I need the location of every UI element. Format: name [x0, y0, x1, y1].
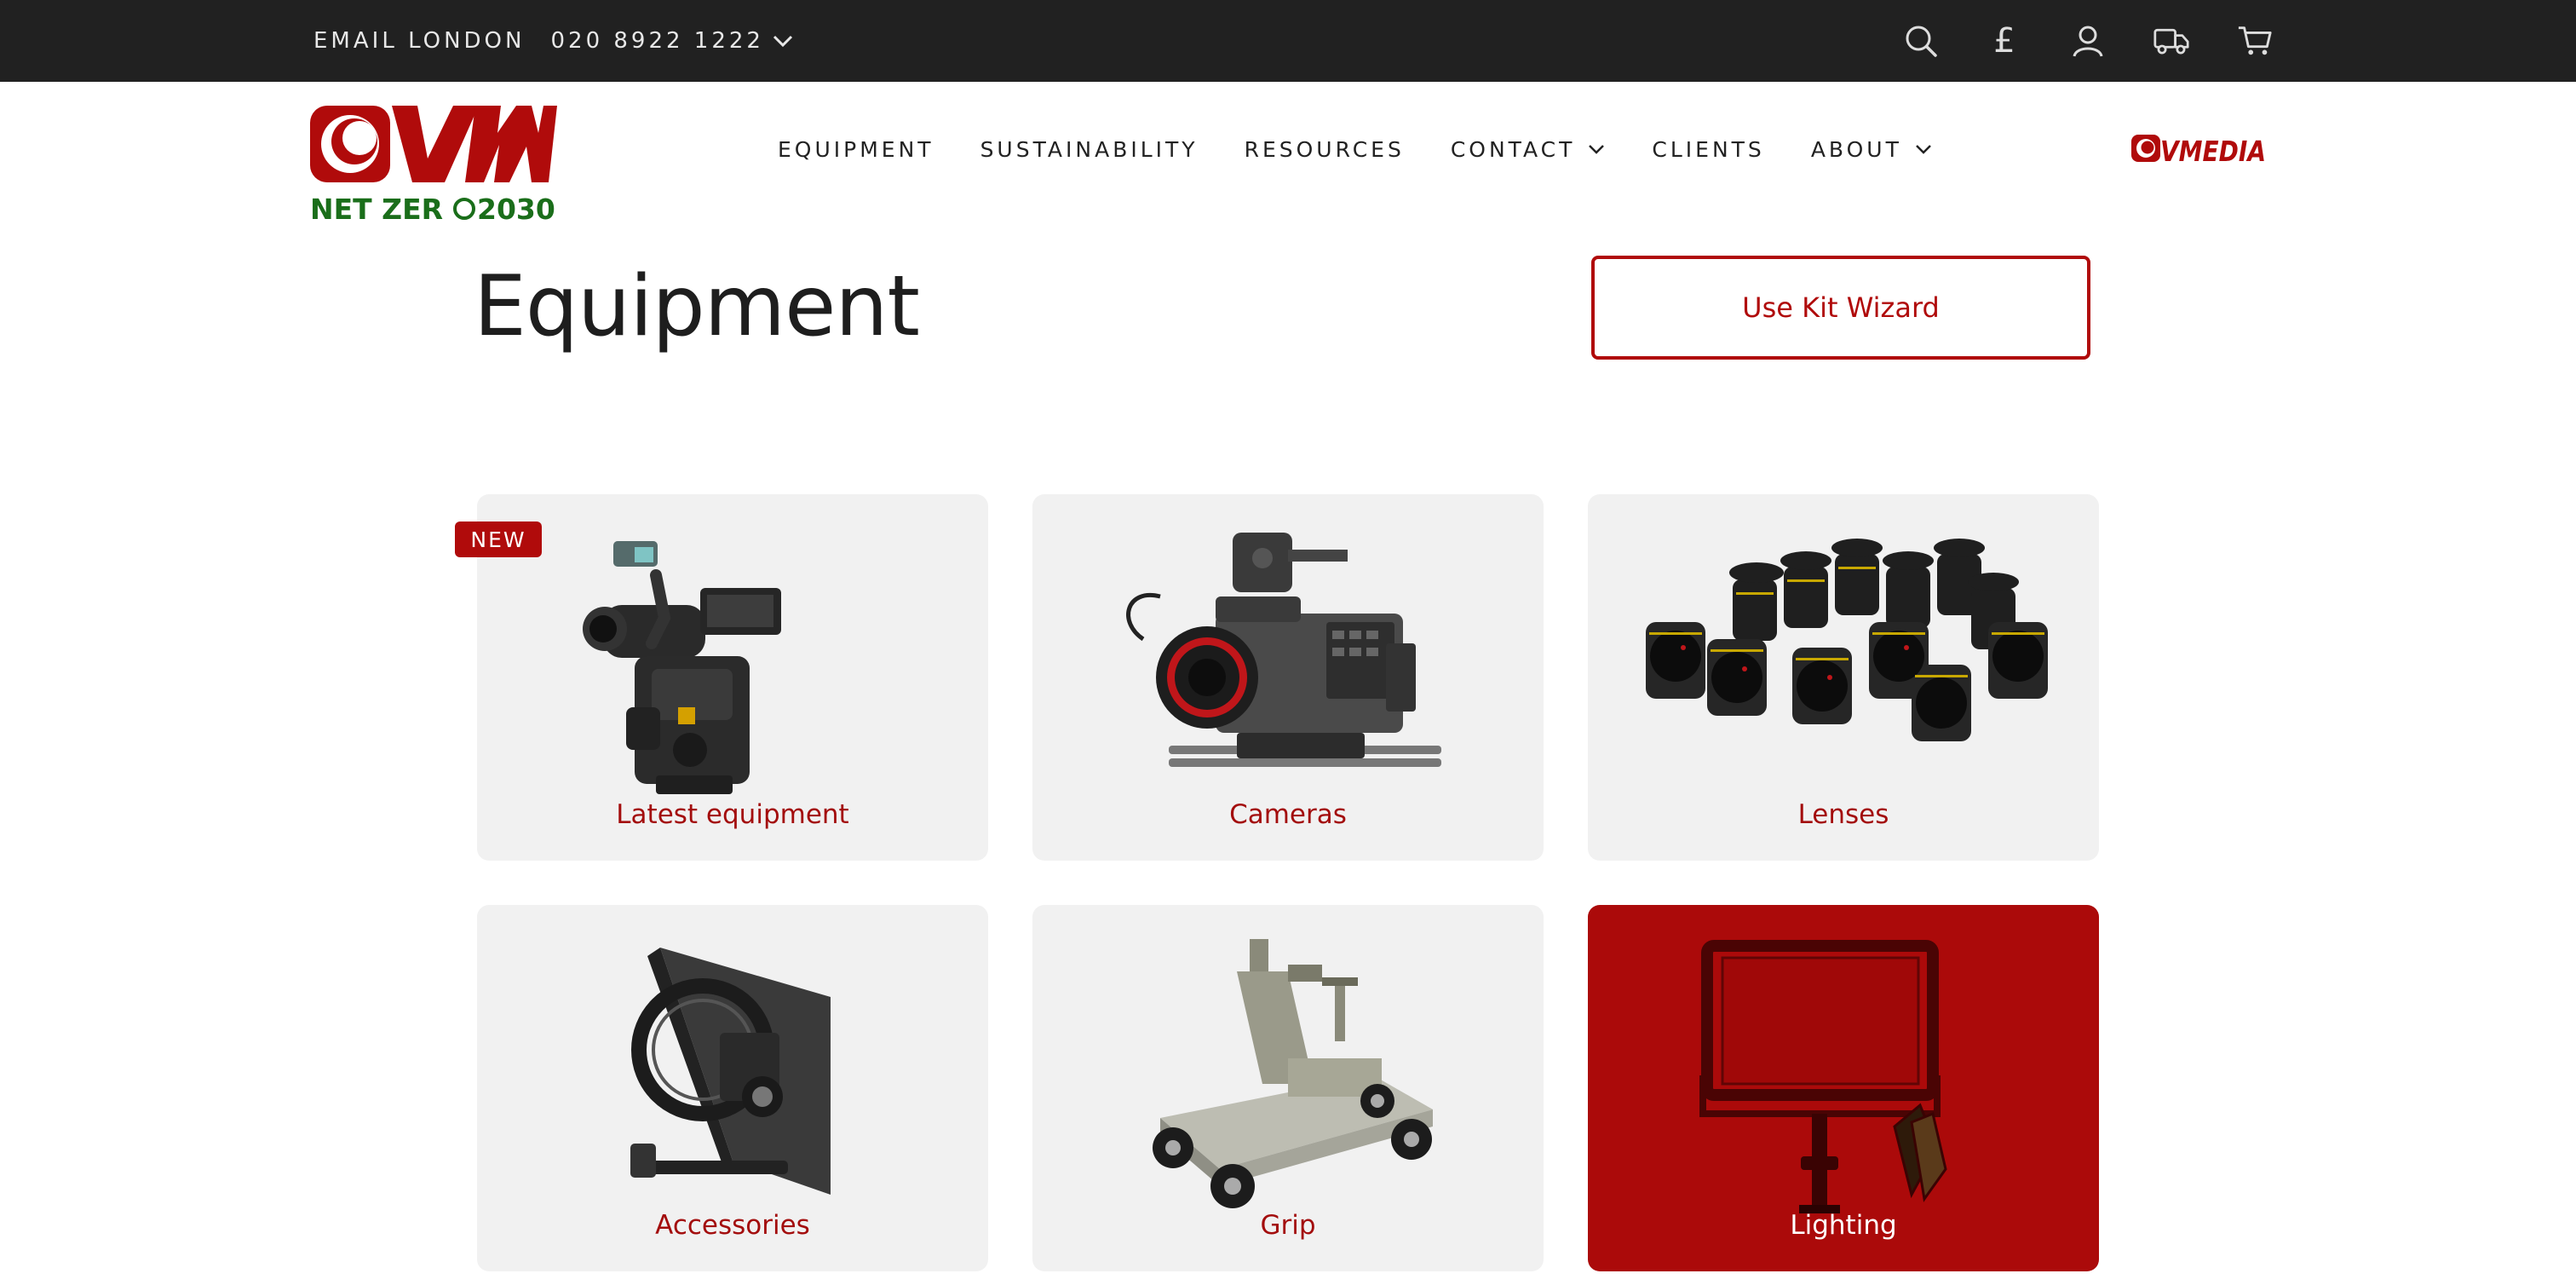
nav-label: SUSTAINABILITY — [980, 136, 1199, 162]
category-label: Cameras — [1229, 799, 1347, 830]
use-kit-wizard-button[interactable]: Use Kit Wizard — [1591, 256, 2090, 360]
category-card-latest-equipment[interactable]: Latest equipment — [477, 494, 988, 861]
category-label: Accessories — [655, 1210, 810, 1241]
camera-dolly-image — [1153, 939, 1433, 1208]
chevron-down-icon — [1915, 145, 1931, 154]
nav-equipment[interactable]: EQUIPMENT — [778, 137, 934, 162]
category-card-accessories[interactable]: Accessories — [477, 905, 988, 1271]
email-london-link[interactable]: EMAIL LONDON — [313, 28, 525, 54]
matte-box-image — [630, 948, 831, 1195]
vmi-net-zero-logo[interactable]: NET ZER 2030 — [308, 102, 557, 227]
category-card-grip[interactable]: Grip — [1032, 905, 1544, 1271]
nav-label: CLIENTS — [1652, 136, 1765, 162]
new-badge: NEW — [455, 521, 542, 557]
nav-resources[interactable]: RESOURCES — [1245, 137, 1405, 162]
top-bar: EMAIL LONDON 020 8922 1222 £ — [0, 0, 2576, 82]
contact-strip: EMAIL LONDON 020 8922 1222 — [313, 0, 820, 82]
chevron-down-icon — [773, 35, 793, 48]
nav-contact[interactable]: CONTACT — [1451, 137, 1607, 162]
category-label: Latest equipment — [616, 799, 849, 830]
search-icon[interactable] — [1903, 23, 1939, 59]
category-card-lenses[interactable]: Lenses — [1588, 494, 2099, 861]
vmedia-logo-text: VMEDIA — [2160, 135, 2266, 165]
svg-text:NET ZER: NET ZER — [310, 193, 443, 226]
phone-link[interactable]: 020 8922 1222 — [550, 28, 795, 54]
category-label: Lighting — [1790, 1210, 1897, 1241]
category-label: Grip — [1260, 1210, 1316, 1241]
delivery-truck-icon[interactable] — [2153, 23, 2189, 59]
currency-pound-icon[interactable]: £ — [1987, 21, 2022, 61]
utility-icons: £ — [1903, 0, 2273, 82]
nav-label: ABOUT — [1810, 136, 1902, 162]
category-card-cameras[interactable]: Cameras — [1032, 494, 1544, 861]
nav-label: CONTACT — [1450, 136, 1576, 162]
phone-number: 020 8922 1222 — [550, 28, 764, 54]
nav-label: EQUIPMENT — [778, 136, 934, 162]
cart-icon[interactable] — [2237, 23, 2273, 59]
cinema-camera-image — [1126, 533, 1441, 767]
account-icon[interactable] — [2070, 23, 2106, 59]
page-title: Equipment — [474, 258, 920, 355]
gimbal-camera-rig-image — [583, 541, 781, 794]
nav-about[interactable]: ABOUT — [1811, 137, 1933, 162]
vmedia-logo[interactable]: VMEDIA — [2131, 133, 2268, 165]
main-nav: EQUIPMENT SUSTAINABILITY RESOURCES CONTA… — [778, 128, 1933, 170]
led-panel-light-image — [1699, 940, 1947, 1213]
cinema-lens-set-image — [1646, 539, 2048, 741]
nav-clients[interactable]: CLIENTS — [1652, 137, 1764, 162]
nav-sustainability[interactable]: SUSTAINABILITY — [980, 137, 1199, 162]
nav-label: RESOURCES — [1244, 136, 1405, 162]
svg-text:2030: 2030 — [477, 193, 555, 226]
chevron-down-icon — [1589, 145, 1605, 154]
category-card-lighting[interactable]: Lighting — [1588, 905, 2099, 1271]
category-label: Lenses — [1797, 799, 1889, 830]
